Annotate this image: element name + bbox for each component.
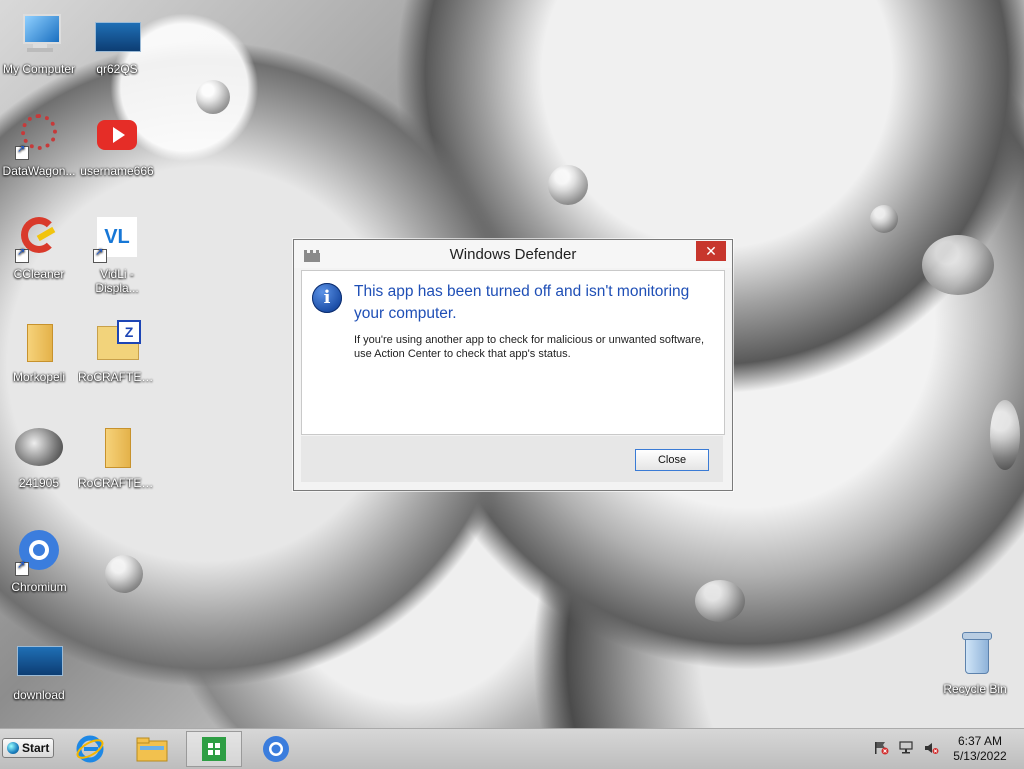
shortcut-arrow-icon xyxy=(15,247,29,263)
windows-defender-dialog: Windows Defender ✕ i This app has been t… xyxy=(293,239,733,491)
desktop-icon-qr62qs[interactable]: qr62QS xyxy=(78,10,156,76)
taskbar-internet-explorer[interactable] xyxy=(64,731,116,767)
water-drop xyxy=(922,235,994,295)
desktop-icon-label: 241905 xyxy=(18,476,60,490)
dialog-titlebar[interactable]: Windows Defender ✕ xyxy=(294,240,732,268)
dialog-title: Windows Defender xyxy=(449,246,577,263)
desktop-icon-username666[interactable]: username666 xyxy=(78,112,156,178)
water-drop xyxy=(870,205,898,233)
clock-date: 5/13/2022 xyxy=(953,749,1007,763)
desktop-icon-ccleaner[interactable]: CCleaner xyxy=(0,215,78,281)
desktop-icon-label: Morkopeli xyxy=(12,370,66,384)
clock-time: 6:37 AM xyxy=(957,734,1003,748)
datawagon-icon xyxy=(15,112,63,160)
dialog-content: i This app has been turned off and isn't… xyxy=(301,270,725,435)
volume-muted-icon[interactable] xyxy=(922,741,940,755)
info-icon: i xyxy=(312,283,342,313)
youtube-icon xyxy=(93,112,141,160)
dialog-body-text: If you're using another app to check for… xyxy=(354,334,705,360)
shortcut-arrow-icon xyxy=(15,144,29,160)
desktop-icon-label: username666 xyxy=(80,164,154,178)
action-center-flag-icon[interactable] xyxy=(872,741,890,755)
close-button[interactable]: Close xyxy=(635,449,709,471)
folder-icon xyxy=(15,318,63,366)
desktop-icon-label: CCleaner xyxy=(13,267,65,281)
water-drop xyxy=(990,400,1020,470)
folder-icon xyxy=(93,424,141,472)
desktop-icon-my-computer[interactable]: My Computer xyxy=(0,10,78,76)
computer-icon xyxy=(15,10,63,58)
shortcut-arrow-icon xyxy=(93,247,107,263)
windows-orb-icon xyxy=(7,742,19,754)
desktop-icon-morkopeli[interactable]: Morkopeli xyxy=(0,318,78,384)
taskbar: Start 6:37 AM 5/13/2022 xyxy=(0,728,1024,769)
taskbar-file-explorer[interactable] xyxy=(126,731,178,767)
shortcut-arrow-icon xyxy=(15,560,29,576)
close-window-button[interactable]: ✕ xyxy=(696,241,726,261)
zip-folder-icon: Z xyxy=(93,318,141,366)
store-icon xyxy=(202,737,226,761)
desktop-icon-recycle-bin[interactable]: Recycle Bin xyxy=(936,630,1014,696)
desktop-icon-download[interactable]: download xyxy=(0,636,78,702)
desktop-icon-label: RoCRAFTER... xyxy=(78,370,156,384)
taskbar-clock[interactable]: 6:37 AM 5/13/2022 xyxy=(944,734,1016,764)
vidli-icon: VL xyxy=(93,215,141,263)
desktop-icon-vidli[interactable]: VL VidLi - Displa... xyxy=(78,215,156,295)
file-explorer-icon xyxy=(136,737,168,762)
network-icon[interactable] xyxy=(897,741,915,755)
start-button[interactable]: Start xyxy=(2,738,54,758)
water-drop xyxy=(695,580,745,622)
water-drop xyxy=(548,165,588,205)
desktop-icon-label: download xyxy=(13,688,65,702)
desktop-icon-label: VidLi - Displa... xyxy=(95,267,139,295)
desktop-icon-datawagon[interactable]: DataWagon... xyxy=(0,112,78,178)
water-drop xyxy=(196,80,230,114)
taskbar-chromium[interactable] xyxy=(250,731,302,767)
start-label: Start xyxy=(22,741,50,755)
desktop-icon-label: My Computer xyxy=(2,62,76,76)
picture-icon xyxy=(93,10,141,58)
picture-icon xyxy=(15,636,63,684)
taskbar-store[interactable] xyxy=(186,731,242,767)
dialog-headline: This app has been turned off and isn't m… xyxy=(354,283,690,322)
desktop-icon-chromium[interactable]: Chromium xyxy=(0,528,78,594)
desktop-icon-label: Recycle Bin xyxy=(943,682,1007,696)
internet-explorer-icon xyxy=(76,735,104,763)
chromium-icon xyxy=(15,528,63,576)
desktop-icon-label: DataWagon... xyxy=(2,164,76,178)
desktop-icon-rocrafter-zip[interactable]: Z RoCRAFTER... xyxy=(78,318,156,384)
desktop-icon-241905[interactable]: 241905 xyxy=(0,424,78,490)
dialog-footer: Close xyxy=(301,436,723,482)
water-drop xyxy=(105,555,143,593)
close-icon: ✕ xyxy=(705,243,717,259)
image-thumb-icon xyxy=(15,424,63,472)
ccleaner-icon xyxy=(15,215,63,263)
desktop-icon-label: RoCRAFTER... xyxy=(78,476,156,490)
desktop-icon-rocrafter-folder[interactable]: RoCRAFTER... xyxy=(78,424,156,490)
chromium-icon xyxy=(263,736,289,762)
desktop-icon-label: qr62QS xyxy=(96,62,138,76)
recycle-bin-icon xyxy=(951,630,999,678)
desktop-icon-label: Chromium xyxy=(11,580,67,594)
